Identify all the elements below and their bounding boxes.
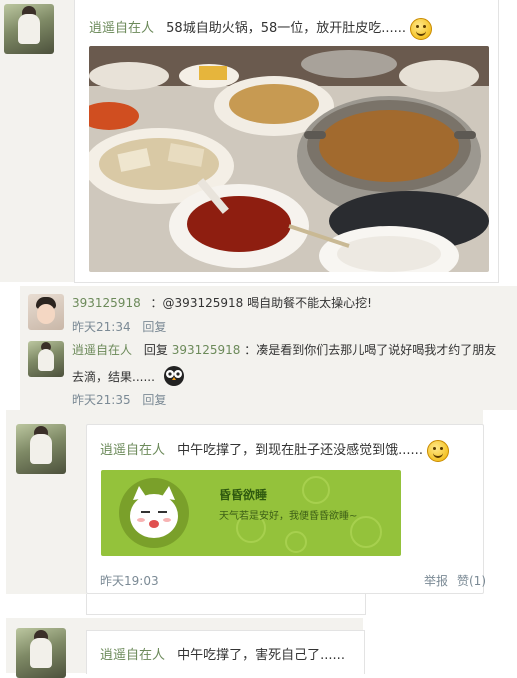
- owl-emoji-icon: [163, 365, 185, 390]
- post-3-header: 逍遥自在人 中午吃撑了，害死自己了......: [100, 644, 360, 663]
- post-3-avatar[interactable]: [16, 628, 66, 678]
- reply-2-line-2: 去滴，结果......: [72, 365, 185, 390]
- post-1-avatar[interactable]: [4, 4, 54, 54]
- like-button[interactable]: 赞(1): [457, 572, 486, 589]
- reply-1-avatar[interactable]: [28, 294, 64, 330]
- reply-2-text-2: 去滴，结果......: [72, 370, 155, 384]
- reply-1-line: 393125918 ：@393125918 喝自助餐不能太操心挖!: [72, 294, 512, 311]
- reply-1-meta: 昨天21:34 回复: [72, 318, 166, 335]
- post-3-author[interactable]: 逍遥自在人: [100, 648, 165, 663]
- reply-2-meta: 昨天21:35 回复: [72, 391, 166, 408]
- post-2-time: 昨天19:03: [100, 574, 159, 588]
- post-1-text: 58城自助火锅，58一位，放开肚皮吃......: [166, 21, 407, 36]
- sticker-card[interactable]: 昏昏欲睡 天气若是安好，我便昏昏欲睡~: [101, 470, 401, 556]
- food-photo[interactable]: [89, 46, 489, 272]
- avatar-body: [30, 434, 52, 464]
- post-1-header: 逍遥自在人 58城自助火锅，58一位，放开肚皮吃......: [89, 17, 489, 40]
- reply-1-time: 昨天21:34: [72, 320, 131, 334]
- reply-2-target[interactable]: 393125918: [172, 343, 241, 357]
- reply-2-line-1: 逍遥自在人 回复 393125918 ：凑是看到你们去那儿喝了说好喝我才约了朋友: [72, 341, 512, 358]
- sleepy-cat-sticker: [119, 478, 189, 548]
- reply-2-text-1: ：凑是看到你们去那儿喝了说好喝我才约了朋友: [244, 343, 497, 357]
- post-2-avatar[interactable]: [16, 424, 66, 474]
- avatar-body: [38, 349, 54, 371]
- reply-2-time: 昨天21:35: [72, 393, 131, 407]
- food-photo-svg: [89, 46, 489, 272]
- post-3-text: 中午吃撑了，害死自己了......: [177, 648, 345, 663]
- reply-1-user[interactable]: 393125918: [72, 296, 141, 310]
- reply-1-reply-button[interactable]: 回复: [142, 320, 166, 334]
- sticker-title: 昏昏欲睡: [219, 488, 268, 502]
- post-2-meta: 昨天19:03 举报 赞(1): [100, 572, 486, 589]
- post-2-card-bottom-edge: [86, 594, 366, 615]
- reply-1-text: ：@393125918 喝自助餐不能太操心挖!: [150, 296, 372, 310]
- reply-2-reply-button[interactable]: 回复: [142, 393, 166, 407]
- sticker-subtitle: 天气若是安好，我便昏昏欲睡~: [219, 511, 358, 522]
- post-1-author[interactable]: 逍遥自在人: [89, 21, 154, 36]
- report-button[interactable]: 举报: [424, 572, 448, 589]
- reply-2-avatar[interactable]: [28, 341, 64, 377]
- grin-emoji-icon: [410, 17, 433, 40]
- avatar-body: [37, 304, 55, 324]
- post-2-author[interactable]: 逍遥自在人: [100, 443, 165, 458]
- post-2-text: 中午吃撑了，到现在肚子还没感觉到饿......: [177, 443, 423, 458]
- dizzy-emoji-icon: [427, 439, 450, 462]
- avatar-body: [30, 638, 52, 668]
- avatar-body: [18, 14, 40, 44]
- reply-2-prefix: 回复: [143, 343, 168, 357]
- reply-2-user[interactable]: 逍遥自在人: [72, 343, 132, 357]
- post-2-header: 逍遥自在人 中午吃撑了，到现在肚子还没感觉到饿......: [100, 439, 480, 462]
